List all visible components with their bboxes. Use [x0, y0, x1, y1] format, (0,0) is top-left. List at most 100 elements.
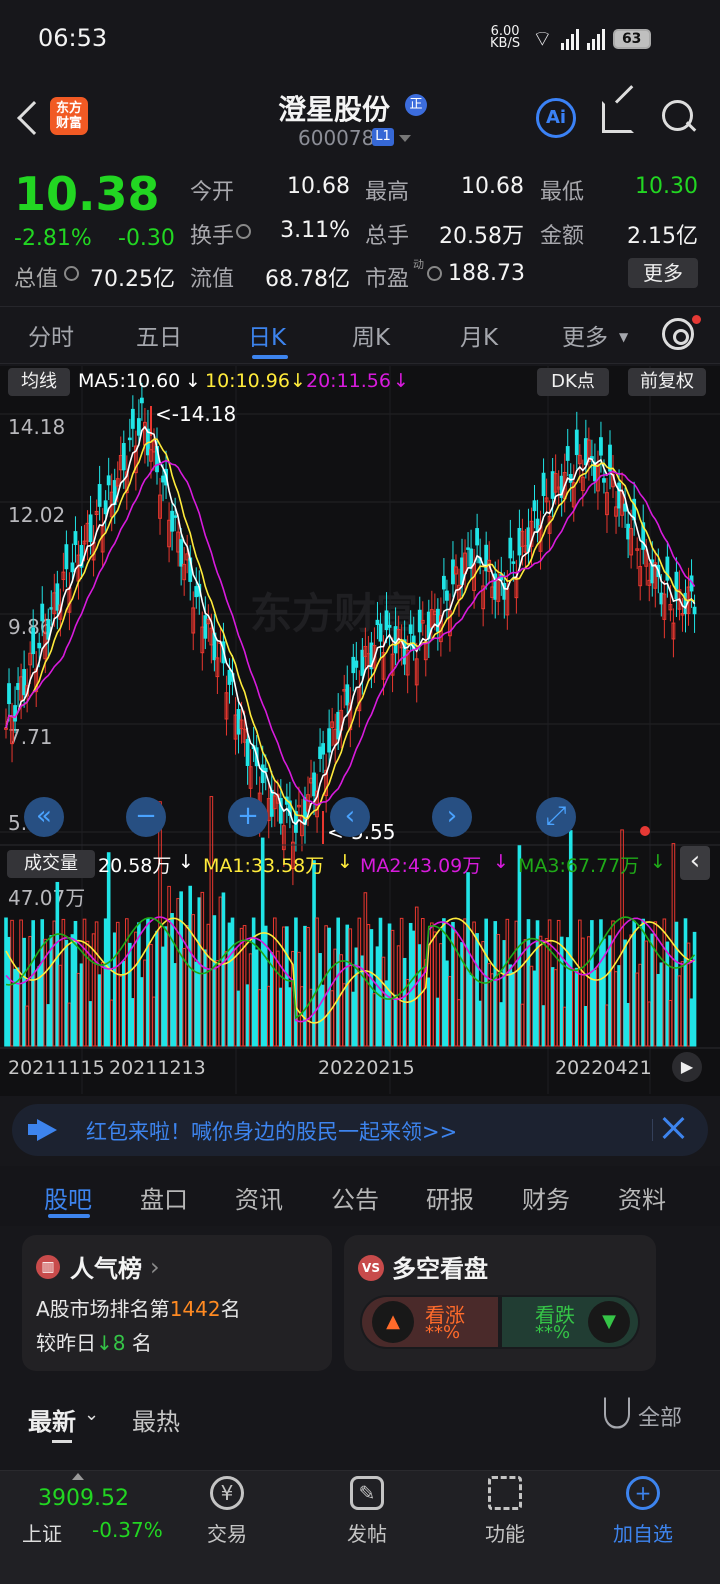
- ma-direction-arrows: ↓: [393, 370, 409, 392]
- volume-bar: [173, 963, 177, 1047]
- settings-gear-icon[interactable]: [662, 318, 694, 350]
- features-tab[interactable]: 功能: [460, 1476, 550, 1556]
- volume-bar: [254, 949, 259, 1047]
- market-label[interactable]: 上证: [22, 1518, 62, 1547]
- candle: [517, 527, 522, 556]
- index-change[interactable]: -0.37%: [92, 1518, 163, 1542]
- chart-tab-1[interactable]: 五日: [136, 318, 182, 352]
- chart-tab-0[interactable]: 分时: [28, 318, 74, 352]
- max-volume-label: 47.07万: [8, 886, 85, 910]
- ai-icon[interactable]: Ai: [536, 98, 576, 138]
- zoom-in-icon[interactable]: +: [228, 797, 268, 837]
- bearish-percent: **%: [535, 1322, 571, 1343]
- volume-select[interactable]: 成交量: [7, 850, 95, 878]
- chart-tab-3[interactable]: 周K: [352, 318, 390, 352]
- volume-ma3: MA3:67.77万: [518, 855, 640, 877]
- candle: [161, 475, 165, 483]
- candle: [97, 484, 102, 507]
- price-axis-label: 14.18: [8, 415, 65, 439]
- volume-bar: [4, 917, 8, 1047]
- candle: [13, 705, 17, 722]
- filter-label[interactable]: 全部: [638, 1400, 682, 1432]
- volume-bar: [161, 946, 165, 1047]
- add-watchlist-tab[interactable]: + 加自选: [598, 1476, 688, 1556]
- previous-icon[interactable]: ‹: [330, 797, 370, 837]
- volume-bar: [623, 939, 627, 1047]
- volume-bar: [40, 919, 45, 1047]
- close-icon[interactable]: [662, 1116, 684, 1138]
- indicator-select[interactable]: 均线: [8, 368, 70, 396]
- chart-tab-2[interactable]: 日K: [248, 318, 286, 352]
- content-tab-0[interactable]: 股吧: [44, 1180, 92, 1215]
- candle: [227, 669, 232, 685]
- dk-point-button[interactable]: DK点: [537, 368, 609, 396]
- chart-tab-4[interactable]: 月K: [460, 318, 498, 352]
- volume-bar: [593, 969, 597, 1047]
- candle: [442, 575, 446, 590]
- latest-tab[interactable]: 最新: [28, 1402, 76, 1437]
- next-icon[interactable]: ›: [432, 797, 472, 837]
- volume-bar: [128, 942, 132, 1047]
- volume-ma1-arrow: ↓: [337, 851, 353, 873]
- back-icon[interactable]: [17, 101, 51, 135]
- more-dropdown-icon[interactable]: ▼: [619, 330, 628, 344]
- candle: [103, 500, 108, 515]
- popularity-card[interactable]: ▥ 人气榜 › A股市场排名第1442名 较昨日↓8 名: [22, 1235, 332, 1371]
- date-next-icon[interactable]: ▶: [672, 1052, 702, 1082]
- info-icon[interactable]: [236, 224, 251, 239]
- scroll-left-icon[interactable]: «: [24, 797, 64, 837]
- quote-value-1-0: 3.11%: [280, 218, 350, 243]
- volume-bar: [532, 970, 537, 1047]
- volume-bar: [31, 920, 35, 1047]
- volume-bar: [146, 918, 150, 1047]
- candle: [617, 482, 621, 509]
- filter-icon[interactable]: [604, 1397, 630, 1429]
- kline-svg[interactable]: 东方财富14.1812.029.867.715.55<-14.18<-5.554…: [0, 366, 720, 1096]
- candle: [179, 539, 184, 567]
- volume-bar: [336, 917, 340, 1047]
- share-icon[interactable]: [602, 101, 634, 133]
- down-arrow-icon[interactable]: ▼: [588, 1301, 630, 1343]
- volume-bar: [221, 892, 226, 1047]
- content-tab-4[interactable]: 研报: [426, 1180, 474, 1215]
- quote-label-0-2: 最低: [540, 180, 585, 205]
- candle: [435, 608, 440, 632]
- more-button[interactable]: 更多: [628, 258, 698, 288]
- volume-bar: [511, 971, 516, 1047]
- candle: [692, 606, 697, 615]
- volume-bar: [106, 852, 111, 1047]
- expand-icon[interactable]: ⤢: [536, 797, 576, 837]
- candle: [64, 544, 69, 570]
- hot-tab[interactable]: 最热: [132, 1402, 180, 1437]
- content-tab-6[interactable]: 资料: [618, 1180, 666, 1215]
- regular-tag: 正: [405, 94, 427, 116]
- search-icon[interactable]: [662, 100, 696, 134]
- post-tab[interactable]: ✎ 发帖: [322, 1476, 412, 1556]
- kline-chart[interactable]: 东方财富14.1812.029.867.715.55<-14.18<-5.554…: [0, 366, 720, 1096]
- promo-banner-text[interactable]: 红包来啦！喊你身边的股民一起来领>>: [86, 1116, 457, 1146]
- volume-bar: [502, 940, 507, 1047]
- zoom-out-icon[interactable]: −: [126, 797, 166, 837]
- collapse-indicator-button[interactable]: ‹: [680, 846, 710, 880]
- content-tab-3[interactable]: 公告: [331, 1180, 379, 1215]
- up-arrow-icon[interactable]: ▲: [372, 1301, 414, 1343]
- index-value[interactable]: 3909.52: [38, 1486, 129, 1511]
- market-rank: A股市场排名第1442名: [36, 1297, 241, 1321]
- info-icon[interactable]: [64, 266, 79, 281]
- level-dropdown-icon[interactable]: [399, 135, 411, 142]
- trade-tab[interactable]: ¥ 交易: [182, 1476, 272, 1556]
- adjust-button[interactable]: 前复权: [628, 368, 706, 396]
- chevron-down-icon[interactable]: ⌄: [84, 1404, 99, 1425]
- volume-bar: [354, 947, 359, 1047]
- content-tab-1[interactable]: 盘口: [140, 1180, 188, 1215]
- content-tab-2[interactable]: 资讯: [235, 1180, 283, 1215]
- info-icon[interactable]: [427, 266, 442, 281]
- content-tab-5[interactable]: 财务: [522, 1180, 570, 1215]
- volume-ma1: MA1:33.58万: [203, 855, 325, 877]
- chart-tab-5[interactable]: 更多: [562, 318, 608, 352]
- grid-icon: [488, 1476, 522, 1510]
- volume-bar: [227, 922, 232, 1047]
- level-badge[interactable]: L1: [372, 128, 394, 146]
- candle: [73, 531, 78, 546]
- volume-bar: [478, 1000, 482, 1047]
